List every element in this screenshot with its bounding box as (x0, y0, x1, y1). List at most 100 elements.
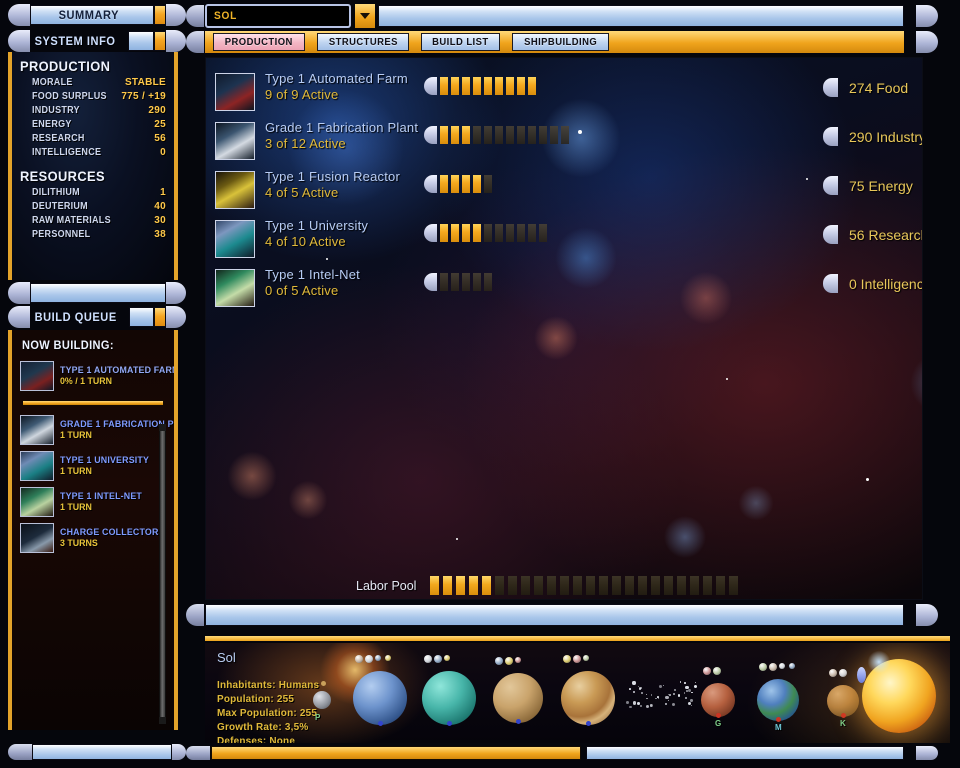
now-building-item[interactable]: TYPE 1 AUTOMATED FARM 0% / 1 TURN (12, 358, 174, 394)
gauge-segment[interactable] (462, 224, 470, 242)
labor-pool-segment[interactable] (716, 576, 725, 595)
gauge-segment[interactable] (451, 224, 459, 242)
gauge-segment[interactable] (462, 273, 470, 291)
queue-item[interactable]: TYPE 1 INTEL-NET 1 TURN (12, 484, 174, 520)
gauge-segment[interactable] (550, 126, 558, 144)
gauge-segment[interactable] (495, 77, 503, 95)
gauge-segment[interactable] (473, 273, 481, 291)
gauge-segment[interactable] (462, 126, 470, 144)
gauge-segment[interactable] (451, 77, 459, 95)
tab-structures[interactable]: STRUCTURES (317, 33, 410, 51)
production-gauge[interactable] (424, 126, 572, 144)
build-queue-scrollbar[interactable] (159, 424, 166, 724)
production-row[interactable]: Type 1 Fusion Reactor 4 of 5 Active (215, 169, 400, 209)
gauge-segment[interactable] (484, 175, 492, 193)
gauge-segment[interactable] (451, 175, 459, 193)
gauge-segment[interactable] (506, 126, 514, 144)
gauge-segment[interactable] (517, 77, 525, 95)
scrollbar-track[interactable] (159, 424, 166, 724)
tab-production[interactable]: PRODUCTION (213, 33, 305, 51)
labor-pool-segment[interactable] (612, 576, 621, 595)
gauge-segment[interactable] (451, 126, 459, 144)
labor-pool-gauge[interactable] (430, 576, 742, 595)
gauge-segment[interactable] (484, 126, 492, 144)
planet[interactable] (561, 671, 615, 725)
labor-pool-segment[interactable] (534, 576, 543, 595)
labor-pool-segment[interactable] (638, 576, 647, 595)
gauge-segment[interactable] (473, 224, 481, 242)
gauge-segment[interactable] (440, 224, 448, 242)
gauge-segment[interactable] (517, 126, 525, 144)
labor-pool-segment[interactable] (547, 576, 556, 595)
labor-pool-segment[interactable] (456, 576, 465, 595)
gauge-segment[interactable] (473, 126, 481, 144)
system-info-header[interactable]: SYSTEM INFO (8, 30, 186, 52)
gauge-segment[interactable] (561, 126, 569, 144)
gauge-segment[interactable] (495, 224, 503, 242)
labor-pool-segment[interactable] (560, 576, 569, 595)
system-select-input[interactable]: SOL (205, 4, 351, 28)
scrollbar-up-cap[interactable] (159, 424, 166, 431)
labor-pool-segment[interactable] (677, 576, 686, 595)
production-row[interactable]: Type 1 University 4 of 10 Active (215, 218, 368, 258)
gauge-segment[interactable] (484, 77, 492, 95)
labor-pool[interactable]: Labor Pool (356, 572, 742, 599)
gauge-segment[interactable] (528, 224, 536, 242)
labor-pool-segment[interactable] (482, 576, 491, 595)
labor-pool-segment[interactable] (508, 576, 517, 595)
gauge-segment[interactable] (528, 77, 536, 95)
gauge-segment[interactable] (440, 175, 448, 193)
gauge-segment[interactable] (440, 273, 448, 291)
production-row[interactable]: Type 1 Automated Farm 9 of 9 Active (215, 71, 408, 111)
gauge-segment[interactable] (506, 77, 514, 95)
summary-header[interactable]: SUMMARY (8, 4, 186, 26)
gauge-segment[interactable] (462, 175, 470, 193)
gauge-segment[interactable] (539, 224, 547, 242)
labor-pool-segment[interactable] (729, 576, 738, 595)
production-row[interactable]: Grade 1 Fabrication Plant 3 of 12 Active (215, 120, 418, 160)
production-gauge[interactable] (424, 273, 495, 291)
labor-pool-segment[interactable] (495, 576, 504, 595)
planet[interactable] (422, 671, 476, 725)
gauge-segment[interactable] (528, 126, 536, 144)
labor-pool-segment[interactable] (469, 576, 478, 595)
planet[interactable] (493, 673, 543, 723)
gauge-segment[interactable] (473, 77, 481, 95)
planet[interactable] (757, 679, 799, 721)
scrollbar-down-cap[interactable] (159, 717, 166, 724)
labor-pool-segment[interactable] (586, 576, 595, 595)
labor-pool-segment[interactable] (625, 576, 634, 595)
gauge-segment[interactable] (462, 77, 470, 95)
production-gauge[interactable] (424, 224, 550, 242)
gauge-segment[interactable] (495, 126, 503, 144)
labor-pool-segment[interactable] (443, 576, 452, 595)
gauge-segment[interactable] (484, 273, 492, 291)
labor-pool-segment[interactable] (651, 576, 660, 595)
labor-pool-segment[interactable] (664, 576, 673, 595)
gauge-segment[interactable] (539, 126, 547, 144)
production-gauge[interactable] (424, 175, 495, 193)
planet[interactable] (701, 683, 735, 717)
gauge-segment[interactable] (517, 224, 525, 242)
production-row[interactable]: Type 1 Intel-Net 0 of 5 Active (215, 267, 360, 307)
labor-pool-segment[interactable] (599, 576, 608, 595)
gauge-segment[interactable] (440, 77, 448, 95)
build-queue-header[interactable]: BUILD QUEUE (8, 306, 186, 328)
tab-build-list[interactable]: BUILD LIST (421, 33, 500, 51)
queue-item[interactable]: CHARGE COLLECTORS 3 TURNS (12, 520, 174, 556)
tab-shipbuilding[interactable]: SHIPBUILDING (512, 33, 609, 51)
planet[interactable] (353, 671, 407, 725)
labor-pool-segment[interactable] (703, 576, 712, 595)
queue-item[interactable]: GRADE 1 FABRICATION PLANT 1 TURN (12, 412, 174, 448)
labor-pool-segment[interactable] (573, 576, 582, 595)
gauge-segment[interactable] (484, 224, 492, 242)
gauge-segment[interactable] (473, 175, 481, 193)
queue-item[interactable]: TYPE 1 UNIVERSITY 1 TURN (12, 448, 174, 484)
chevron-down-icon[interactable] (355, 4, 375, 28)
gauge-segment[interactable] (506, 224, 514, 242)
labor-pool-segment[interactable] (430, 576, 439, 595)
production-gauge[interactable] (424, 77, 539, 95)
gauge-segment[interactable] (440, 126, 448, 144)
labor-pool-segment[interactable] (521, 576, 530, 595)
gauge-segment[interactable] (451, 273, 459, 291)
